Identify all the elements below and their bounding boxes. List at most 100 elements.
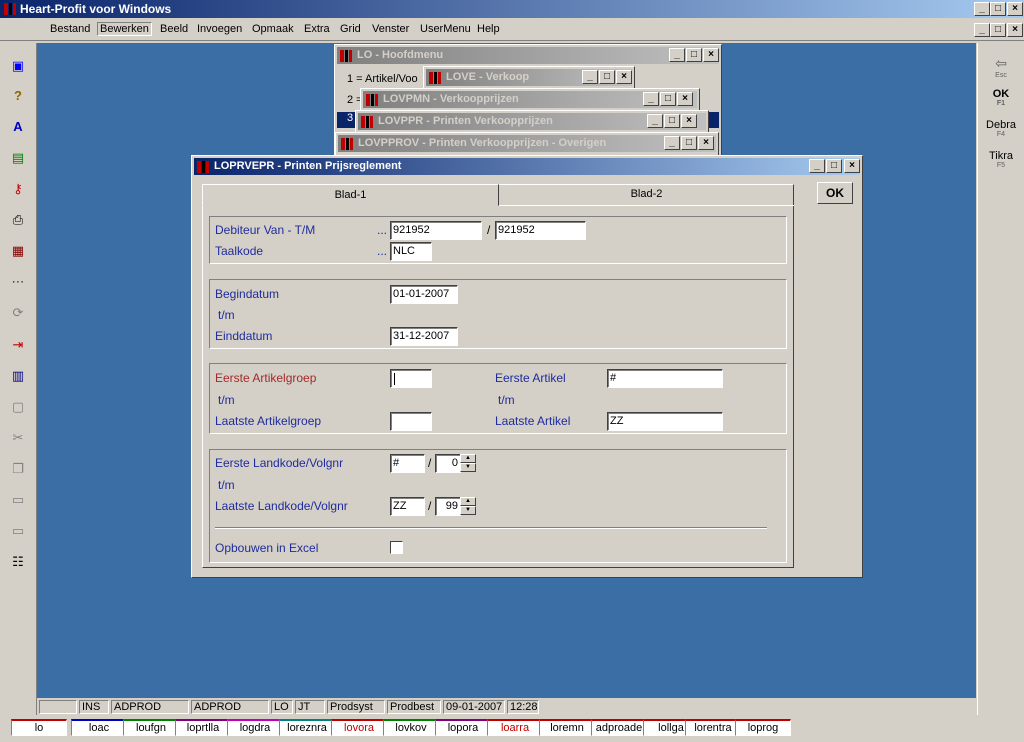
hoofdmenu-titlebar[interactable]: LO - Hoofdmenu _ □ × bbox=[337, 47, 719, 64]
maximize-button[interactable]: □ bbox=[681, 136, 697, 150]
task-tab-lovkov[interactable]: lovkov bbox=[383, 719, 439, 736]
window-printen-overigen[interactable]: LOVPPROV - Printen Verkoopprijzen - Over… bbox=[335, 132, 719, 156]
maximize-button[interactable]: □ bbox=[664, 114, 680, 128]
menu-help[interactable]: Help bbox=[475, 23, 502, 35]
debiteur-from-field[interactable]: 921952 bbox=[390, 221, 482, 240]
task-tab-loreznra[interactable]: loreznra bbox=[279, 719, 335, 736]
minimize-button[interactable]: _ bbox=[664, 136, 680, 150]
properties-icon[interactable]: ☷ bbox=[9, 553, 27, 571]
task-tab-loprog[interactable]: loprog bbox=[735, 719, 791, 736]
printen-titlebar[interactable]: LOVPPR - Printen Verkoopprijzen _ □ × bbox=[358, 113, 706, 130]
spin-down-icon[interactable]: ▼ bbox=[460, 463, 476, 472]
excel-checkbox[interactable] bbox=[390, 541, 403, 554]
tab-blad-1[interactable]: Blad-1 bbox=[202, 184, 499, 206]
task-tab-lorentra[interactable]: lorentra bbox=[685, 719, 741, 736]
eerste-artikel-field[interactable]: # bbox=[607, 369, 723, 388]
task-tab-lo[interactable]: lo bbox=[11, 719, 67, 736]
export-icon[interactable]: ⇥ bbox=[9, 336, 27, 354]
task-tab-loufgn[interactable]: loufgn bbox=[123, 719, 179, 736]
menu-extra[interactable]: Extra bbox=[302, 23, 332, 35]
verkoopprijzen-titlebar[interactable]: LOVPMN - Verkoopprijzen _ □ × bbox=[363, 91, 697, 108]
print-icon[interactable]: ⎙ bbox=[9, 211, 27, 229]
eerste-volgnr-spinner[interactable]: ▲ ▼ bbox=[460, 454, 476, 473]
task-tab-loarra[interactable]: loarra bbox=[487, 719, 543, 736]
mdi-minimize-button[interactable]: _ bbox=[974, 23, 990, 37]
eerste-volgnr-field[interactable]: 0 bbox=[435, 454, 461, 473]
spin-down-icon[interactable]: ▼ bbox=[460, 506, 476, 515]
laatste-landkode-field[interactable]: ZZ bbox=[390, 497, 425, 516]
help-icon[interactable]: ? bbox=[9, 87, 27, 105]
refresh-icon[interactable]: ⟳ bbox=[9, 304, 27, 322]
form-icon[interactable]: ▦ bbox=[9, 242, 27, 260]
task-tab-loremn[interactable]: loremn bbox=[539, 719, 595, 736]
eerste-artikelgroep-field[interactable] bbox=[390, 369, 432, 388]
laatste-volgnr-spinner[interactable]: ▲ ▼ bbox=[460, 497, 476, 516]
begindatum-field[interactable]: 01-01-2007 bbox=[390, 285, 458, 304]
task-tab-lovora[interactable]: lovora bbox=[331, 719, 387, 736]
minimize-button[interactable]: _ bbox=[582, 70, 598, 84]
task-tab-loac[interactable]: loac bbox=[71, 719, 127, 736]
task-tab-loprtlla[interactable]: loprtlla bbox=[175, 719, 231, 736]
debiteur-to-field[interactable]: 921952 bbox=[495, 221, 586, 240]
dots-icon[interactable]: ⋯ bbox=[9, 273, 27, 291]
menu-venster[interactable]: Venster bbox=[370, 23, 411, 35]
close-button[interactable]: × bbox=[844, 159, 860, 173]
menu-grid[interactable]: Grid bbox=[338, 23, 363, 35]
einddatum-field[interactable]: 31-12-2007 bbox=[390, 327, 458, 346]
esc-button[interactable]: ⇦ Esc bbox=[981, 55, 1021, 79]
maximize-button[interactable]: □ bbox=[599, 70, 615, 84]
tab-blad-2[interactable]: Blad-2 bbox=[499, 184, 794, 206]
tikra-f5-button[interactable]: Tikra F5 bbox=[981, 150, 1021, 169]
window-verkoopprijzen[interactable]: LOVPMN - Verkoopprijzen _ □ × bbox=[360, 88, 700, 112]
maximize-button[interactable]: □ bbox=[826, 159, 842, 173]
minimize-button[interactable]: _ bbox=[643, 92, 659, 106]
menu-usermenu[interactable]: UserMenu bbox=[418, 23, 473, 35]
minimize-button[interactable]: _ bbox=[647, 114, 663, 128]
taalkode-field[interactable]: NLC bbox=[390, 242, 432, 261]
close-button[interactable]: × bbox=[616, 70, 632, 84]
close-button[interactable]: × bbox=[677, 92, 693, 106]
key-icon[interactable]: ⚷ bbox=[9, 180, 27, 198]
app-icon[interactable] bbox=[3, 2, 17, 16]
overigen-titlebar[interactable]: LOVPPROV - Printen Verkoopprijzen - Over… bbox=[338, 135, 716, 152]
verkoop-titlebar[interactable]: LOVE - Verkoop _ □ × bbox=[426, 69, 632, 86]
close-button[interactable]: × bbox=[681, 114, 697, 128]
task-tab-lopora[interactable]: lopora bbox=[435, 719, 491, 736]
cut-icon[interactable]: ✂ bbox=[9, 429, 27, 447]
window-icon[interactable]: ▢ bbox=[9, 398, 27, 416]
laatste-volgnr-field[interactable]: 99 bbox=[435, 497, 461, 516]
task-tab-logdra[interactable]: logdra bbox=[227, 719, 283, 736]
minimize-button[interactable]: _ bbox=[809, 159, 825, 173]
spin-up-icon[interactable]: ▲ bbox=[460, 497, 476, 506]
minimize-button[interactable]: _ bbox=[974, 2, 990, 16]
mdi-close-button[interactable]: × bbox=[1007, 23, 1023, 37]
window-printen-verkoopprijzen[interactable]: LOVPPR - Printen Verkoopprijzen _ □ × bbox=[355, 110, 709, 134]
copy-icon[interactable]: ❐ bbox=[9, 460, 27, 478]
menu-invoegen[interactable]: Invoegen bbox=[195, 23, 244, 35]
minimize-button[interactable]: _ bbox=[669, 48, 685, 62]
app-icon[interactable]: ▣ bbox=[9, 57, 27, 75]
task-tab-adproade[interactable]: adproade bbox=[591, 719, 647, 736]
laatste-artikel-field[interactable]: ZZ bbox=[607, 412, 723, 431]
menu-opmaak[interactable]: Opmaak bbox=[250, 23, 296, 35]
maximize-button[interactable]: □ bbox=[990, 2, 1006, 16]
spell-icon[interactable]: A bbox=[9, 118, 27, 136]
debra-f4-button[interactable]: Debra F4 bbox=[981, 119, 1021, 138]
mdi-maximize-button[interactable]: □ bbox=[990, 23, 1006, 37]
laatste-artikelgroep-field[interactable] bbox=[390, 412, 432, 431]
ok-f1-button[interactable]: OK F1 bbox=[981, 88, 1021, 107]
menu-line-1[interactable]: 1 = Artikel/Voo bbox=[347, 73, 418, 85]
menu-beeld[interactable]: Beeld bbox=[158, 23, 190, 35]
grid-icon[interactable]: ▥ bbox=[9, 367, 27, 385]
paste-icon[interactable]: ▭ bbox=[9, 491, 27, 509]
ok-button[interactable]: OK bbox=[817, 182, 853, 204]
close-button[interactable]: × bbox=[698, 136, 714, 150]
menu-bewerken[interactable]: Bewerken bbox=[97, 22, 152, 36]
paste-special-icon[interactable]: ▭ bbox=[9, 522, 27, 540]
maximize-button[interactable]: □ bbox=[686, 48, 702, 62]
window-verkoop[interactable]: LOVE - Verkoop _ □ × bbox=[423, 66, 635, 90]
maximize-button[interactable]: □ bbox=[660, 92, 676, 106]
spin-up-icon[interactable]: ▲ bbox=[460, 454, 476, 463]
dialog-titlebar[interactable]: LOPRVEPR - Printen Prijsreglement _ □ × bbox=[194, 158, 860, 175]
eerste-landkode-field[interactable]: # bbox=[390, 454, 425, 473]
